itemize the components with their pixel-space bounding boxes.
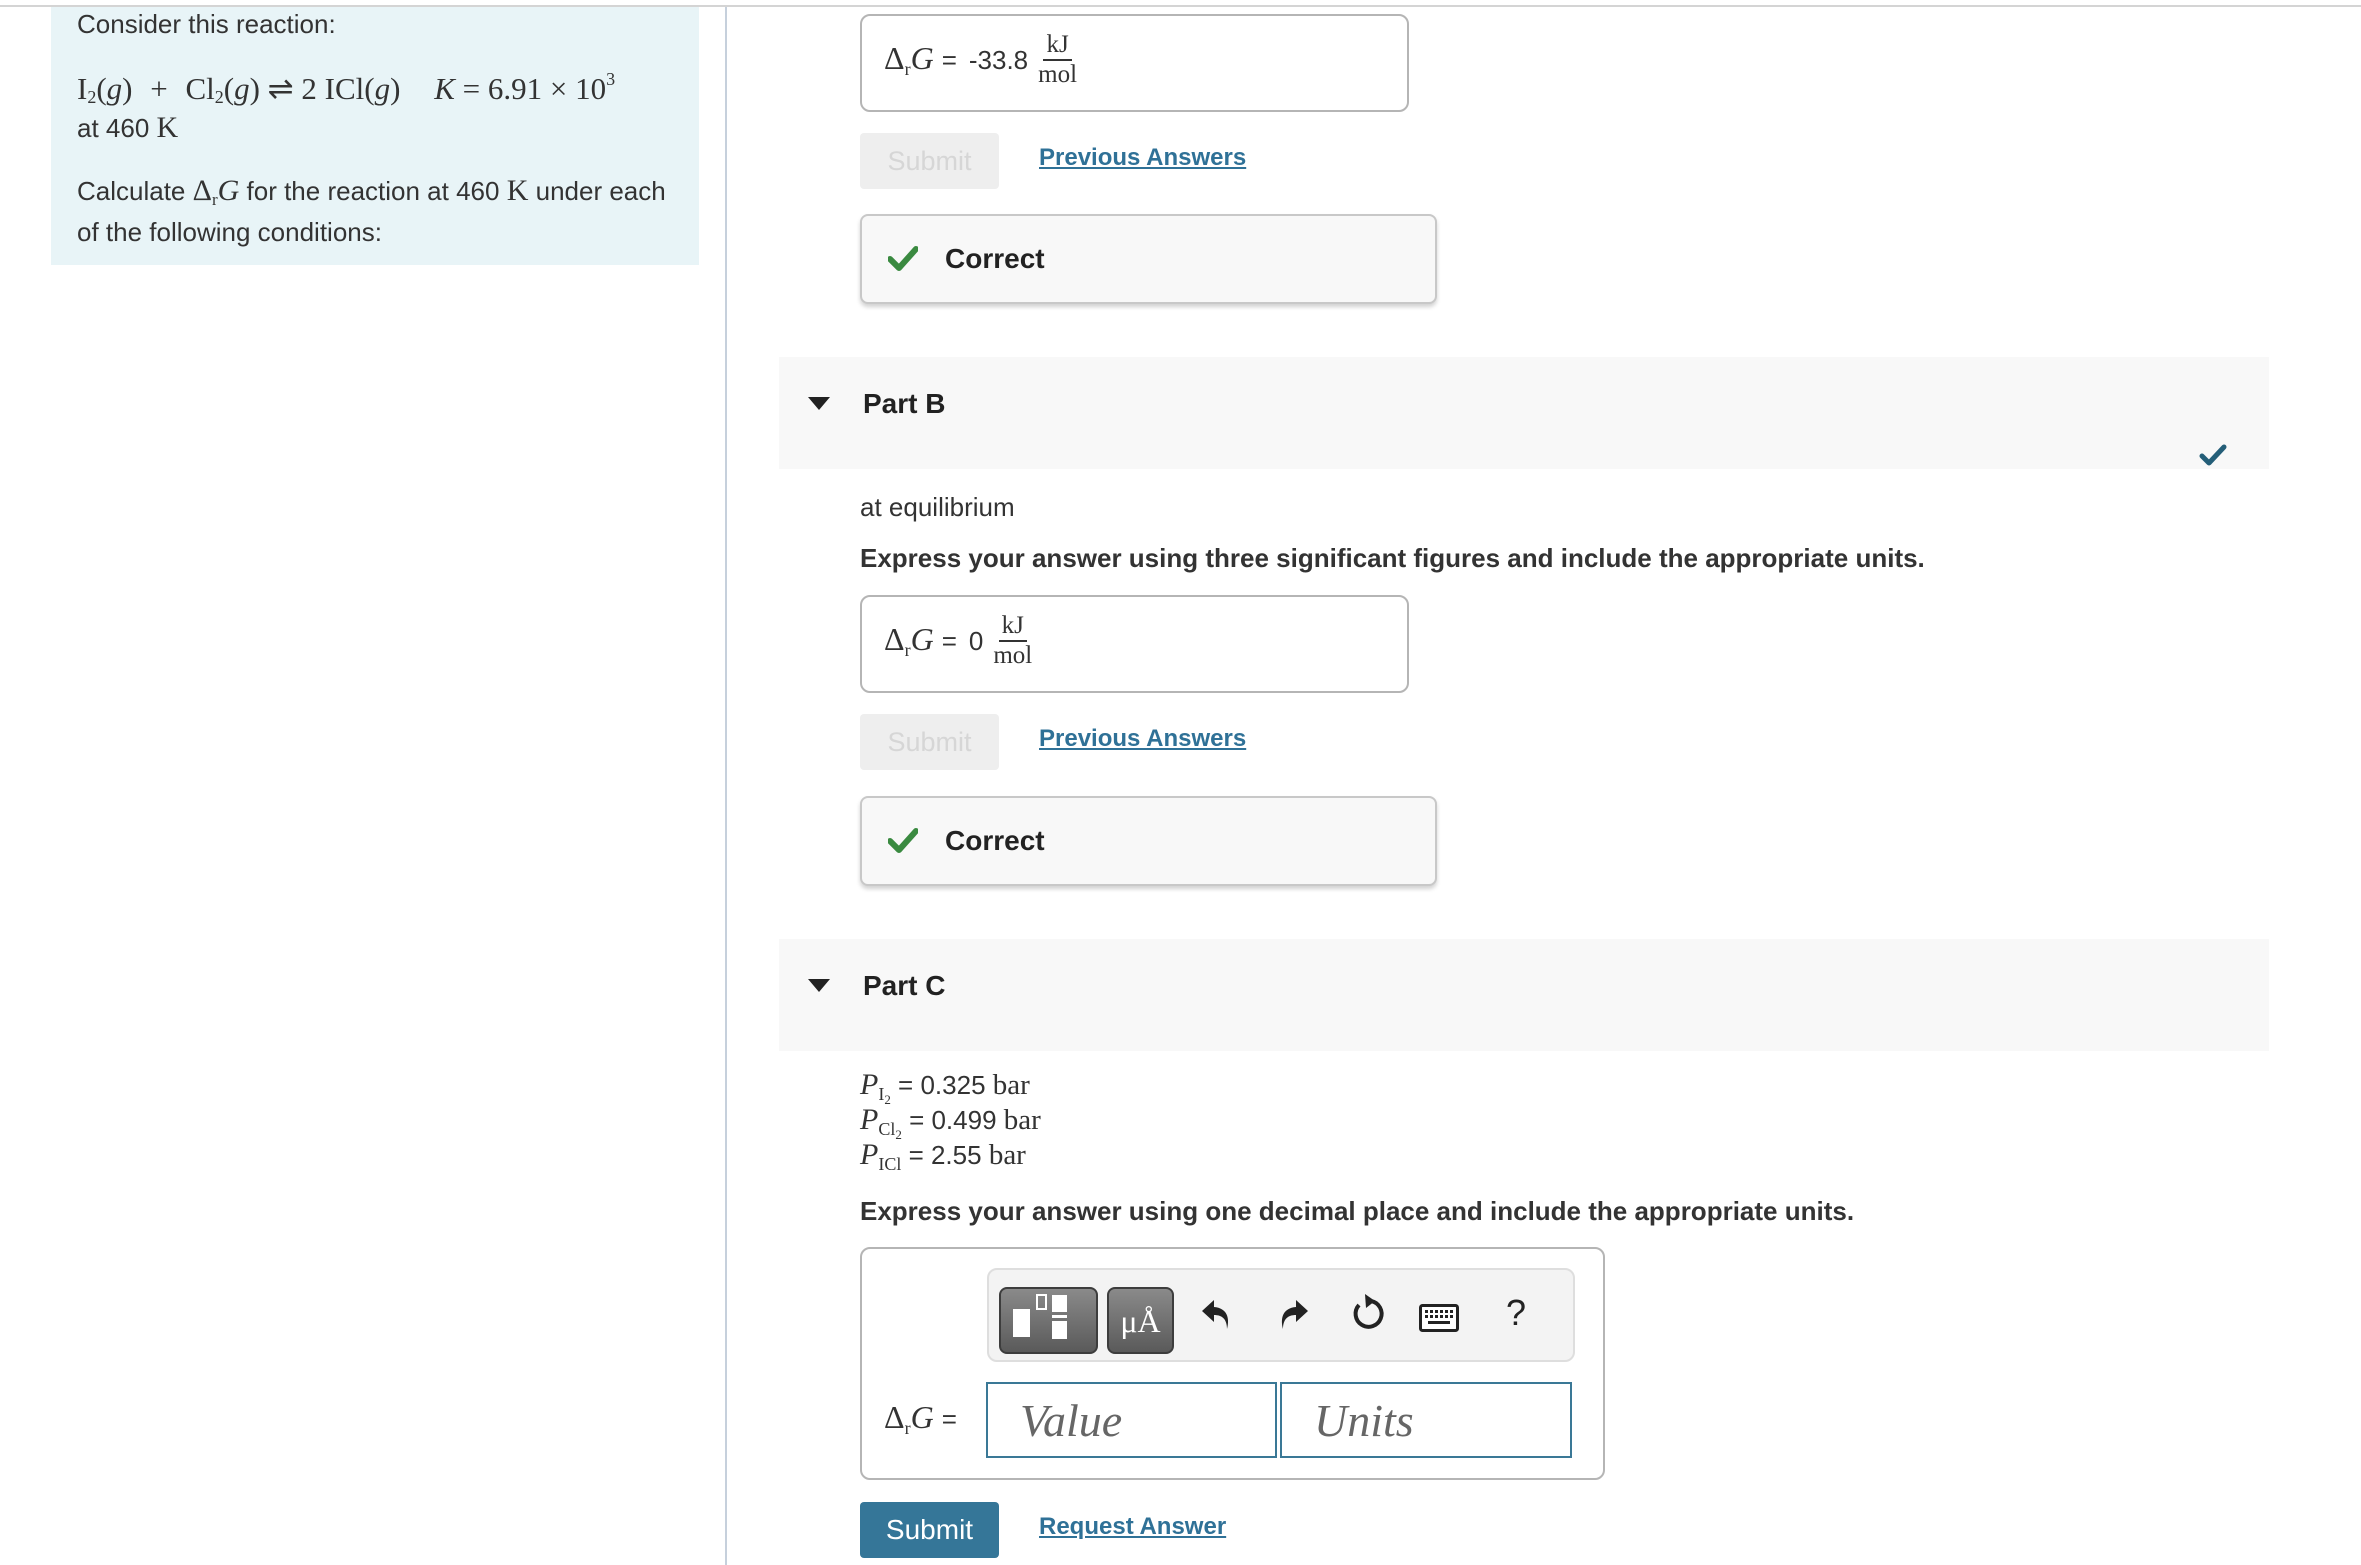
reset-icon[interactable] [1349, 1292, 1387, 1334]
part-b-instruction: Express your answer using three signific… [860, 543, 1925, 573]
answer-label: ΔrG = [884, 1399, 957, 1439]
answer-value: -33.8 [968, 44, 1029, 75]
correct-check-icon [888, 246, 918, 271]
partial-pressure-icl: PICl = 2.55 bar [860, 1138, 1026, 1174]
product-icl: 2 ICl(g) [301, 71, 401, 106]
plus-sign: + [150, 71, 168, 106]
value-field[interactable] [986, 1382, 1277, 1458]
problem-question: Calculate ΔrG for the reaction at 460 K … [77, 174, 666, 248]
part-complete-check-icon [2199, 444, 2227, 466]
delta-r-g-symbol: ΔrG [884, 40, 934, 79]
part-b-previous-answers-link[interactable]: Previous Answers [1039, 725, 1246, 753]
undo-icon[interactable] [1200, 1296, 1234, 1334]
equals-sign: = [941, 44, 957, 75]
templates-button[interactable] [999, 1287, 1098, 1354]
part-c-answer-editor: μÅ ? ΔrG = [860, 1247, 1605, 1480]
reactant-iodine: I2(g) [77, 71, 133, 107]
feedback-label: Correct [945, 825, 1045, 856]
part-b-submit-button[interactable]: Submit [860, 714, 999, 770]
part-c-submit-button[interactable]: Submit [860, 1502, 999, 1558]
temperature-line: at 460 K [77, 111, 179, 144]
part-c-title: Part C [863, 970, 946, 1001]
part-b-feedback-correct: Correct [860, 796, 1437, 886]
units-label: μÅ [1120, 1303, 1161, 1339]
reaction-equation: I2(g) + Cl2(g) ⇌ 2 ICl(g) K = 6.91 × 103 [77, 69, 615, 108]
part-b-answer-display: ΔrG = 0 kJ mol [860, 595, 1409, 693]
problem-statement-panel: Consider this reaction: I2(g) + Cl2(g) ⇌… [51, 7, 699, 265]
equilibrium-constant: K = 6.91 × 103 [434, 69, 616, 106]
help-button[interactable]: ? [1506, 1292, 1526, 1334]
part-b-title: Part B [863, 388, 946, 419]
correct-check-icon [888, 828, 918, 853]
partial-pressure-cl2: PCl2 = 0.499 bar [860, 1103, 1041, 1142]
feedback-label: Correct [945, 243, 1045, 274]
part-a-feedback-correct: Correct [860, 214, 1437, 304]
collapse-chevron-icon[interactable] [808, 979, 830, 992]
redo-icon[interactable] [1276, 1296, 1310, 1334]
part-a-answer-display: ΔrG = -33.8 kJ mol [860, 14, 1409, 112]
partial-pressure-i2: PI2 = 0.325 bar [860, 1068, 1030, 1107]
equals-sign: = [941, 1403, 957, 1434]
units-input[interactable] [1282, 1384, 1570, 1456]
delta-r-g-symbol: ΔrG [884, 621, 934, 660]
templates-icon [1013, 1294, 1067, 1339]
request-answer-link[interactable]: Request Answer [1039, 1513, 1226, 1541]
problem-intro: Consider this reaction: [77, 9, 336, 39]
value-input[interactable] [988, 1384, 1275, 1456]
delta-r-g-symbol: ΔrG [884, 1399, 934, 1438]
answer-unit: kJ mol [1038, 31, 1078, 88]
part-c-instruction: Express your answer using one decimal pl… [860, 1196, 1855, 1226]
part-b-condition: at equilibrium [860, 492, 1015, 522]
keyboard-icon[interactable] [1419, 1304, 1459, 1332]
equals-sign: = [941, 625, 957, 656]
answer-value: 0 [968, 625, 984, 656]
part-a-previous-answers-link[interactable]: Previous Answers [1039, 144, 1246, 172]
part-c-header[interactable]: Part C [779, 939, 2269, 1051]
part-a-submit-button[interactable]: Submit [860, 133, 999, 189]
units-field[interactable] [1280, 1382, 1572, 1458]
units-button[interactable]: μÅ [1107, 1287, 1174, 1354]
equilibrium-arrow: ⇌ [267, 71, 294, 106]
reactant-chlorine: Cl2(g) [185, 71, 260, 107]
part-b-header[interactable]: Part B [779, 357, 2269, 469]
math-toolbar: μÅ ? [987, 1268, 1575, 1362]
panel-divider [725, 7, 727, 1565]
answer-unit: kJ mol [993, 612, 1033, 669]
collapse-chevron-icon[interactable] [808, 397, 830, 410]
